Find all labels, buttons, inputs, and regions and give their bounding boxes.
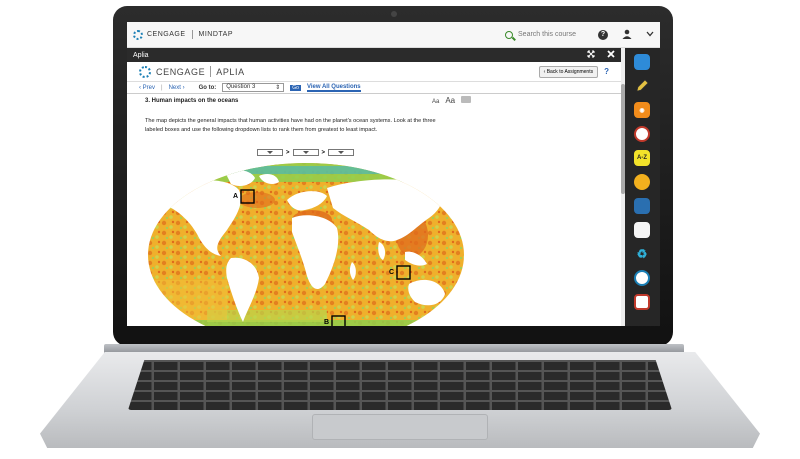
search-input[interactable]: Search this course: [518, 31, 576, 38]
cengage-logo-icon: [139, 65, 151, 78]
merriam-webster-icon[interactable]: [634, 126, 650, 142]
expand-icon[interactable]: [587, 50, 595, 60]
font-size-tools: Aa Aa: [432, 96, 472, 105]
region-label-b: B: [324, 319, 329, 326]
next-label: Next: [168, 84, 181, 91]
region-label-c: C: [389, 269, 394, 276]
printer-icon[interactable]: [461, 96, 472, 103]
chevron-down-icon[interactable]: [646, 30, 654, 39]
question-nav: ‹ Prev | Next › Go to: Question 3 ⇕ Go Vi…: [127, 82, 621, 94]
briefcase-icon[interactable]: [634, 54, 650, 70]
cengage-logo-icon: [133, 29, 143, 40]
rss-icon[interactable]: ◉: [634, 102, 650, 118]
laptop-trackpad: [312, 414, 488, 440]
ranking-dropdowns: > >: [257, 149, 355, 156]
recycle-icon[interactable]: ♻: [634, 246, 650, 262]
brand-divider: [210, 66, 212, 77]
nav-divider: |: [161, 84, 163, 91]
question-title: 3. Human impacts on the oceans: [145, 98, 239, 104]
font-large-button[interactable]: Aa: [445, 96, 455, 105]
a-z-glossary-icon[interactable]: A-Z: [634, 150, 650, 166]
aplia-header: CENGAGE APLIA ‹ Back to Assignments ?: [127, 62, 621, 82]
question-select-value: Question 3: [226, 84, 256, 90]
pencil-icon[interactable]: [634, 78, 650, 94]
webcam-icon: [391, 11, 397, 17]
close-icon[interactable]: [607, 50, 615, 60]
mindtap-brand: CENGAGE: [147, 31, 186, 38]
app-dock: ◉ A-Z ♻: [625, 48, 660, 326]
rank-dropdown-3[interactable]: [328, 149, 355, 156]
prev-label: Prev: [142, 84, 156, 91]
rank-dropdown-2[interactable]: [292, 149, 319, 156]
pdf-icon[interactable]: [634, 294, 650, 310]
aplia-product: APLIA: [216, 66, 245, 77]
mindtap-product: MINDTAP: [198, 31, 233, 38]
laptop-keyboard: [128, 360, 672, 410]
back-button-label: Back to Assignments: [546, 68, 594, 75]
goto-label: Go to:: [198, 84, 217, 91]
rank-separator: >: [321, 149, 326, 156]
brand-divider: [191, 30, 193, 39]
app-title: Aplia: [133, 51, 149, 59]
course-search[interactable]: Search this course: [505, 30, 576, 39]
aplia-brand: CENGAGE: [156, 66, 206, 77]
select-arrows-icon: ⇕: [275, 85, 281, 91]
region-label-a: A: [233, 193, 238, 200]
prev-link[interactable]: ‹ Prev: [139, 85, 155, 91]
go-button[interactable]: Go: [290, 84, 301, 91]
back-to-assignments-button[interactable]: ‹ Back to Assignments: [538, 65, 599, 78]
user-icon[interactable]: [622, 29, 632, 41]
highlighter-icon[interactable]: [634, 222, 650, 238]
font-small-button[interactable]: Aa: [432, 99, 439, 105]
view-all-questions-link[interactable]: View All Questions: [306, 84, 361, 92]
mindtap-logo[interactable]: CENGAGE MINDTAP: [133, 29, 233, 40]
help-button[interactable]: ?: [604, 67, 609, 76]
chrome-icon[interactable]: [634, 174, 650, 190]
circle-logo-icon[interactable]: [634, 270, 650, 286]
book-icon[interactable]: [634, 198, 650, 214]
aplia-logo: CENGAGE APLIA: [139, 65, 245, 78]
aplia-content: CENGAGE APLIA ‹ Back to Assignments ? ‹ …: [127, 62, 621, 326]
next-link[interactable]: Next ›: [169, 85, 185, 91]
rank-dropdown-1[interactable]: [257, 149, 283, 156]
screen: CENGAGE MINDTAP Search this course ? Apl…: [127, 22, 660, 326]
question-text: The map depicts the general impacts that…: [145, 118, 436, 133]
app-titlebar: Aplia: [127, 48, 621, 62]
mindtap-header: CENGAGE MINDTAP Search this course ?: [127, 22, 660, 48]
question-select[interactable]: Question 3 ⇕: [222, 83, 285, 92]
help-icon[interactable]: ?: [598, 29, 608, 40]
ocean-impact-map: A B C: [148, 163, 464, 326]
rank-separator: >: [286, 149, 290, 156]
search-icon: [505, 30, 514, 39]
